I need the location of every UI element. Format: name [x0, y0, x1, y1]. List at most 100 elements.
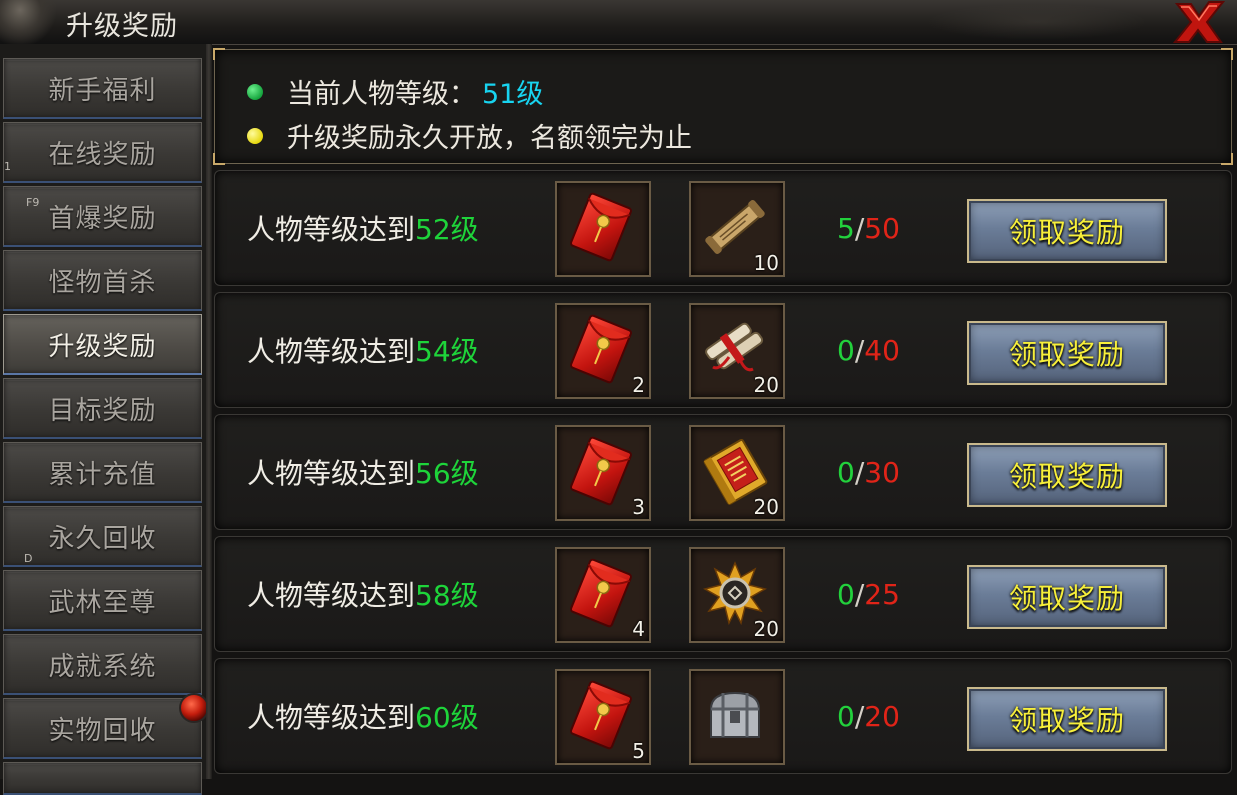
- claimed-count: 0: [837, 455, 855, 489]
- sidebar-menu: 新手福利 在线奖励 1 首爆奖励 F9 怪物首杀 升级奖励 目标奖励 累计充值 …: [0, 44, 209, 795]
- sidebar-item-label: 在线奖励: [48, 139, 157, 170]
- progress-separator: /: [854, 211, 865, 245]
- condition-prefix: 人物等级达到: [247, 213, 416, 246]
- hotkey-label: D: [24, 552, 33, 565]
- reward-condition: 人物等级达到 52级: [247, 171, 479, 285]
- claim-reward-button[interactable]: 领取奖励: [967, 443, 1167, 507]
- condition-prefix: 人物等级达到: [247, 457, 416, 490]
- sidebar-item-permanent-recycle[interactable]: 永久回收: [3, 506, 202, 567]
- sidebar-item-label: 永久回收: [48, 523, 157, 554]
- claimed-count: 5: [837, 211, 855, 245]
- reward-row: 人物等级达到 58级 4 20 0/25 领取奖励: [214, 536, 1232, 652]
- reward-item-slot[interactable]: 20: [689, 303, 785, 399]
- reward-condition: 人物等级达到 56级: [247, 415, 479, 529]
- progress-separator: /: [854, 455, 865, 489]
- reward-condition: 人物等级达到 60级: [247, 659, 479, 773]
- sidebar-item-label: 怪物首杀: [48, 267, 157, 298]
- claim-button-label: 领取奖励: [1008, 582, 1125, 615]
- item-count: 5: [632, 739, 645, 763]
- close-icon: [1172, 0, 1226, 43]
- current-level-line: 当前人物等级： 51级: [247, 72, 543, 111]
- claim-button-label: 领取奖励: [1008, 704, 1125, 737]
- claimed-count: 0: [837, 699, 855, 733]
- reward-row: 人物等级达到 56级 3 20 0/30 领取奖励: [214, 414, 1232, 530]
- condition-prefix: 人物等级达到: [247, 579, 416, 612]
- reward-item-slot[interactable]: 3: [555, 425, 651, 521]
- reward-condition: 人物等级达到 54级: [247, 293, 479, 407]
- sidebar-item-monster-first-kill[interactable]: 怪物首杀: [3, 250, 202, 311]
- red-envelope-icon: [570, 680, 632, 750]
- claim-reward-button[interactable]: 领取奖励: [967, 687, 1167, 751]
- current-level-value: 51级: [482, 79, 544, 110]
- sidebar-item-label: 新手福利: [48, 75, 157, 106]
- notice-text: 升级奖励永久开放，名额领完为止: [287, 123, 692, 154]
- claim-button-label: 领取奖励: [1008, 460, 1125, 493]
- claim-reward-button[interactable]: 领取奖励: [967, 565, 1167, 629]
- reward-item-slot[interactable]: 4: [555, 547, 651, 643]
- claimed-count: 0: [837, 577, 855, 611]
- sidebar-item-online-reward[interactable]: 在线奖励: [3, 122, 202, 183]
- reward-condition: 人物等级达到 58级: [247, 537, 479, 651]
- claim-button-label: 领取奖励: [1008, 338, 1125, 371]
- sidebar-item-label: 成就系统: [48, 651, 157, 682]
- window-title: 升级奖励: [66, 11, 178, 42]
- condition-prefix: 人物等级达到: [247, 701, 416, 734]
- progress-separator: /: [854, 577, 865, 611]
- required-level: 54级: [415, 335, 479, 368]
- sidebar-item-target-reward[interactable]: 目标奖励: [3, 378, 202, 439]
- reward-item-slot[interactable]: 20: [689, 425, 785, 521]
- notice-line: 升级奖励永久开放，名额领完为止: [247, 116, 692, 155]
- sidebar-item-martial-supreme[interactable]: 武林至尊: [3, 570, 202, 631]
- yellow-bullet-icon: [247, 127, 263, 144]
- claimed-count: 0: [837, 333, 855, 367]
- panel-divider: [206, 44, 212, 779]
- treasure-chest-icon: [709, 691, 761, 738]
- item-count: 10: [753, 251, 779, 275]
- reward-row: 人物等级达到 52级 10 5/50 领取奖励: [214, 170, 1232, 286]
- reward-item-slot[interactable]: [555, 181, 651, 277]
- claim-reward-button[interactable]: 领取奖励: [967, 199, 1167, 263]
- total-count: 50: [864, 211, 900, 245]
- info-panel: 当前人物等级： 51级 升级奖励永久开放，名额领完为止: [213, 48, 1233, 165]
- claim-reward-button[interactable]: 领取奖励: [967, 321, 1167, 385]
- total-count: 30: [864, 455, 900, 489]
- sidebar-item-physical-recycle[interactable]: 实物回收: [3, 693, 209, 759]
- item-count: 3: [632, 495, 645, 519]
- title-ornament: [0, 0, 60, 44]
- reward-item-slot[interactable]: 5: [555, 669, 651, 765]
- reward-item-slot[interactable]: 2: [555, 303, 651, 399]
- claim-button-label: 领取奖励: [1008, 216, 1125, 249]
- red-envelope-icon: [570, 558, 632, 628]
- required-level: 60级: [415, 701, 479, 734]
- current-level-label: 当前人物等级：: [287, 79, 476, 110]
- progress-separator: /: [854, 333, 865, 367]
- claim-progress: 0/30: [837, 415, 900, 529]
- title-decoration: [927, 4, 1147, 40]
- sidebar-item-achievement-system[interactable]: 成就系统: [3, 634, 202, 695]
- claim-progress: 0/25: [837, 537, 900, 651]
- close-button[interactable]: [1169, 0, 1229, 44]
- sidebar-item-label: 目标奖励: [48, 395, 157, 426]
- reward-row: 人物等级达到 54级 2 20 0/40 领取奖励: [214, 292, 1232, 408]
- required-level: 56级: [415, 457, 479, 490]
- red-envelope-icon: [570, 314, 632, 384]
- reward-row: 人物等级达到 60级 5 0/20 领取奖励: [214, 658, 1232, 774]
- reward-item-slot[interactable]: [689, 669, 785, 765]
- total-count: 25: [864, 577, 900, 611]
- item-count: 20: [753, 373, 779, 397]
- notification-dot-icon: [179, 693, 209, 723]
- required-level: 52级: [415, 213, 479, 246]
- title-bar: 升级奖励: [0, 0, 1237, 45]
- sidebar-item-cumulative-recharge[interactable]: 累计充值: [3, 442, 202, 503]
- sidebar-item-label: 实物回收: [48, 715, 157, 746]
- sidebar-item-level-up-reward[interactable]: 升级奖励: [3, 314, 202, 375]
- total-count: 20: [864, 699, 900, 733]
- sidebar-item-newbie-benefits[interactable]: 新手福利: [3, 58, 202, 119]
- reward-item-slot[interactable]: 20: [689, 547, 785, 643]
- item-count: 4: [632, 617, 645, 641]
- claim-progress: 0/40: [837, 293, 900, 407]
- red-envelope-icon: [570, 192, 632, 262]
- item-count: 20: [753, 495, 779, 519]
- reward-item-slot[interactable]: 10: [689, 181, 785, 277]
- sidebar-item-label: 首爆奖励: [48, 203, 157, 234]
